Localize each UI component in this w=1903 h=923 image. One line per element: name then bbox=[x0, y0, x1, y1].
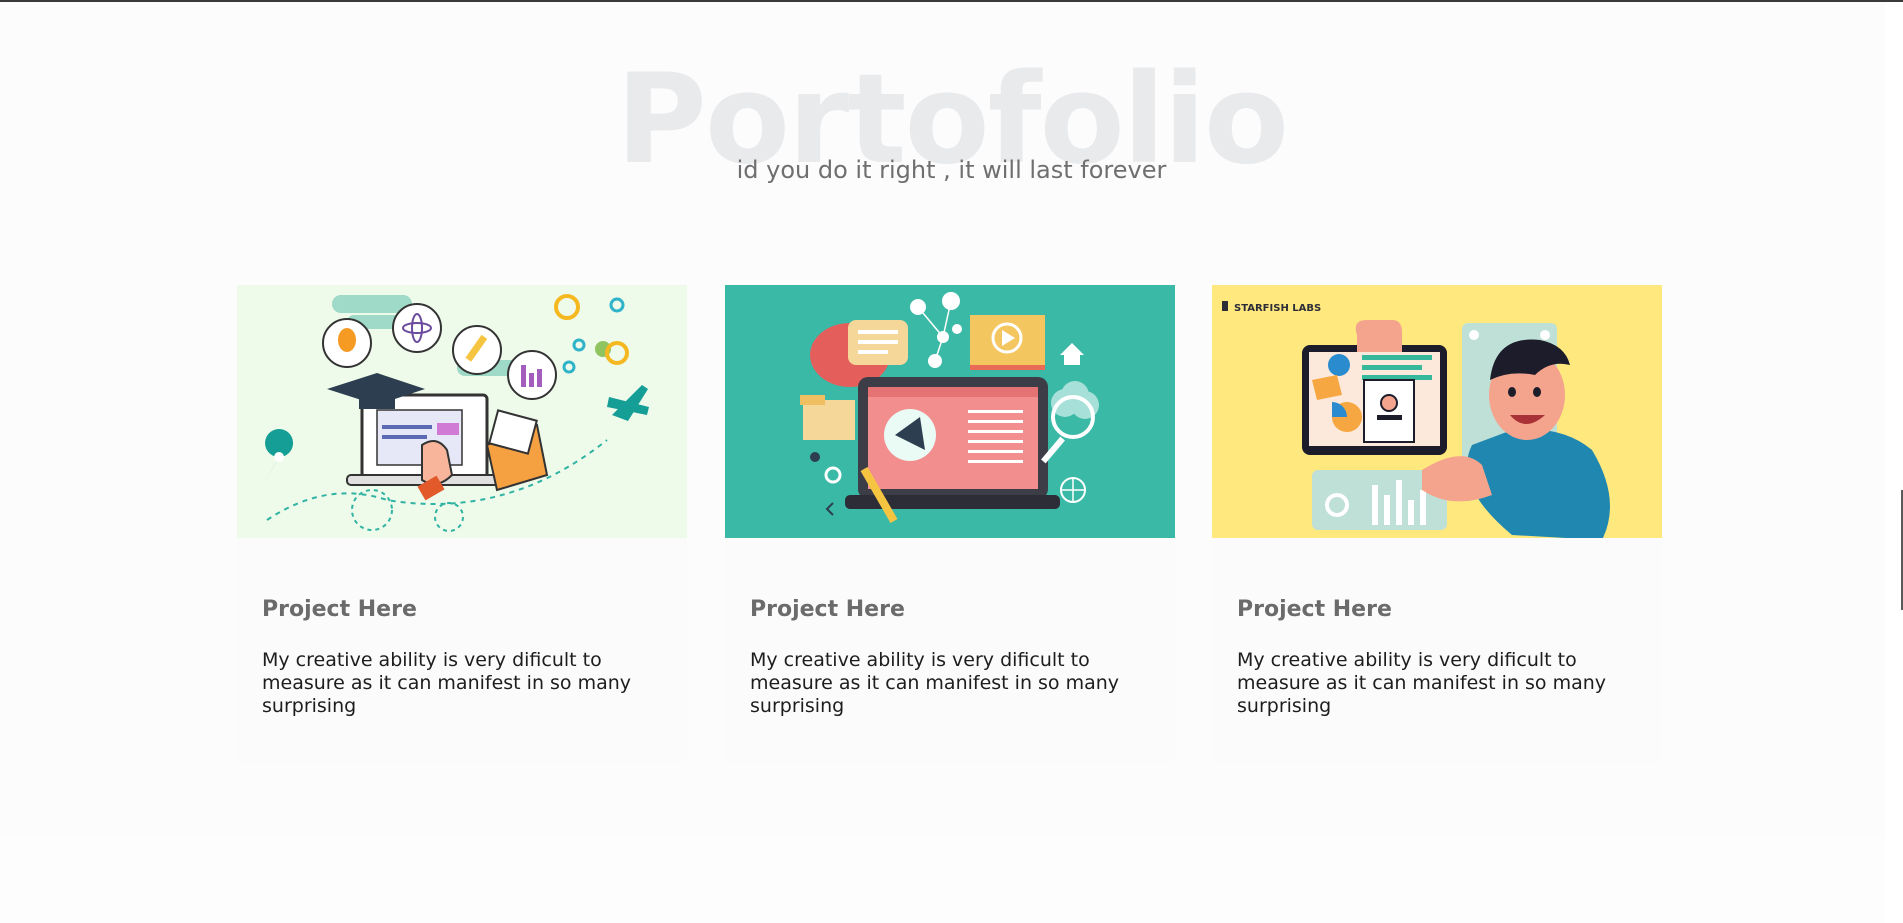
starfish-logo: STARFISH LABS bbox=[1234, 303, 1321, 314]
project-description: My creative ability is very dificult to … bbox=[262, 649, 632, 717]
portfolio-heading: Portofolio id you do it right , it will … bbox=[0, 58, 1903, 198]
project-description: My creative ability is very dificult to … bbox=[750, 649, 1120, 717]
education-illustration bbox=[237, 285, 687, 538]
project-card[interactable]: Project Here My creative ability is very… bbox=[237, 285, 687, 762]
marketing-illustration bbox=[725, 285, 1175, 538]
project-title[interactable]: Project Here bbox=[1237, 597, 1392, 622]
tablet-presenter-illustration: STARFISH LABS bbox=[1212, 285, 1662, 538]
project-image bbox=[725, 285, 1175, 538]
project-title[interactable]: Project Here bbox=[750, 597, 905, 622]
project-image bbox=[237, 285, 687, 538]
project-title[interactable]: Project Here bbox=[262, 597, 417, 622]
project-card[interactable]: STARFISH LABS Project Here My creative a… bbox=[1212, 285, 1662, 762]
portfolio-subtitle: id you do it right , it will last foreve… bbox=[736, 156, 1167, 184]
project-card[interactable]: Project Here My creative ability is very… bbox=[725, 285, 1175, 762]
project-description: My creative ability is very dificult to … bbox=[1237, 649, 1607, 717]
logo-mark bbox=[1222, 301, 1228, 311]
project-image: STARFISH LABS bbox=[1212, 285, 1662, 538]
